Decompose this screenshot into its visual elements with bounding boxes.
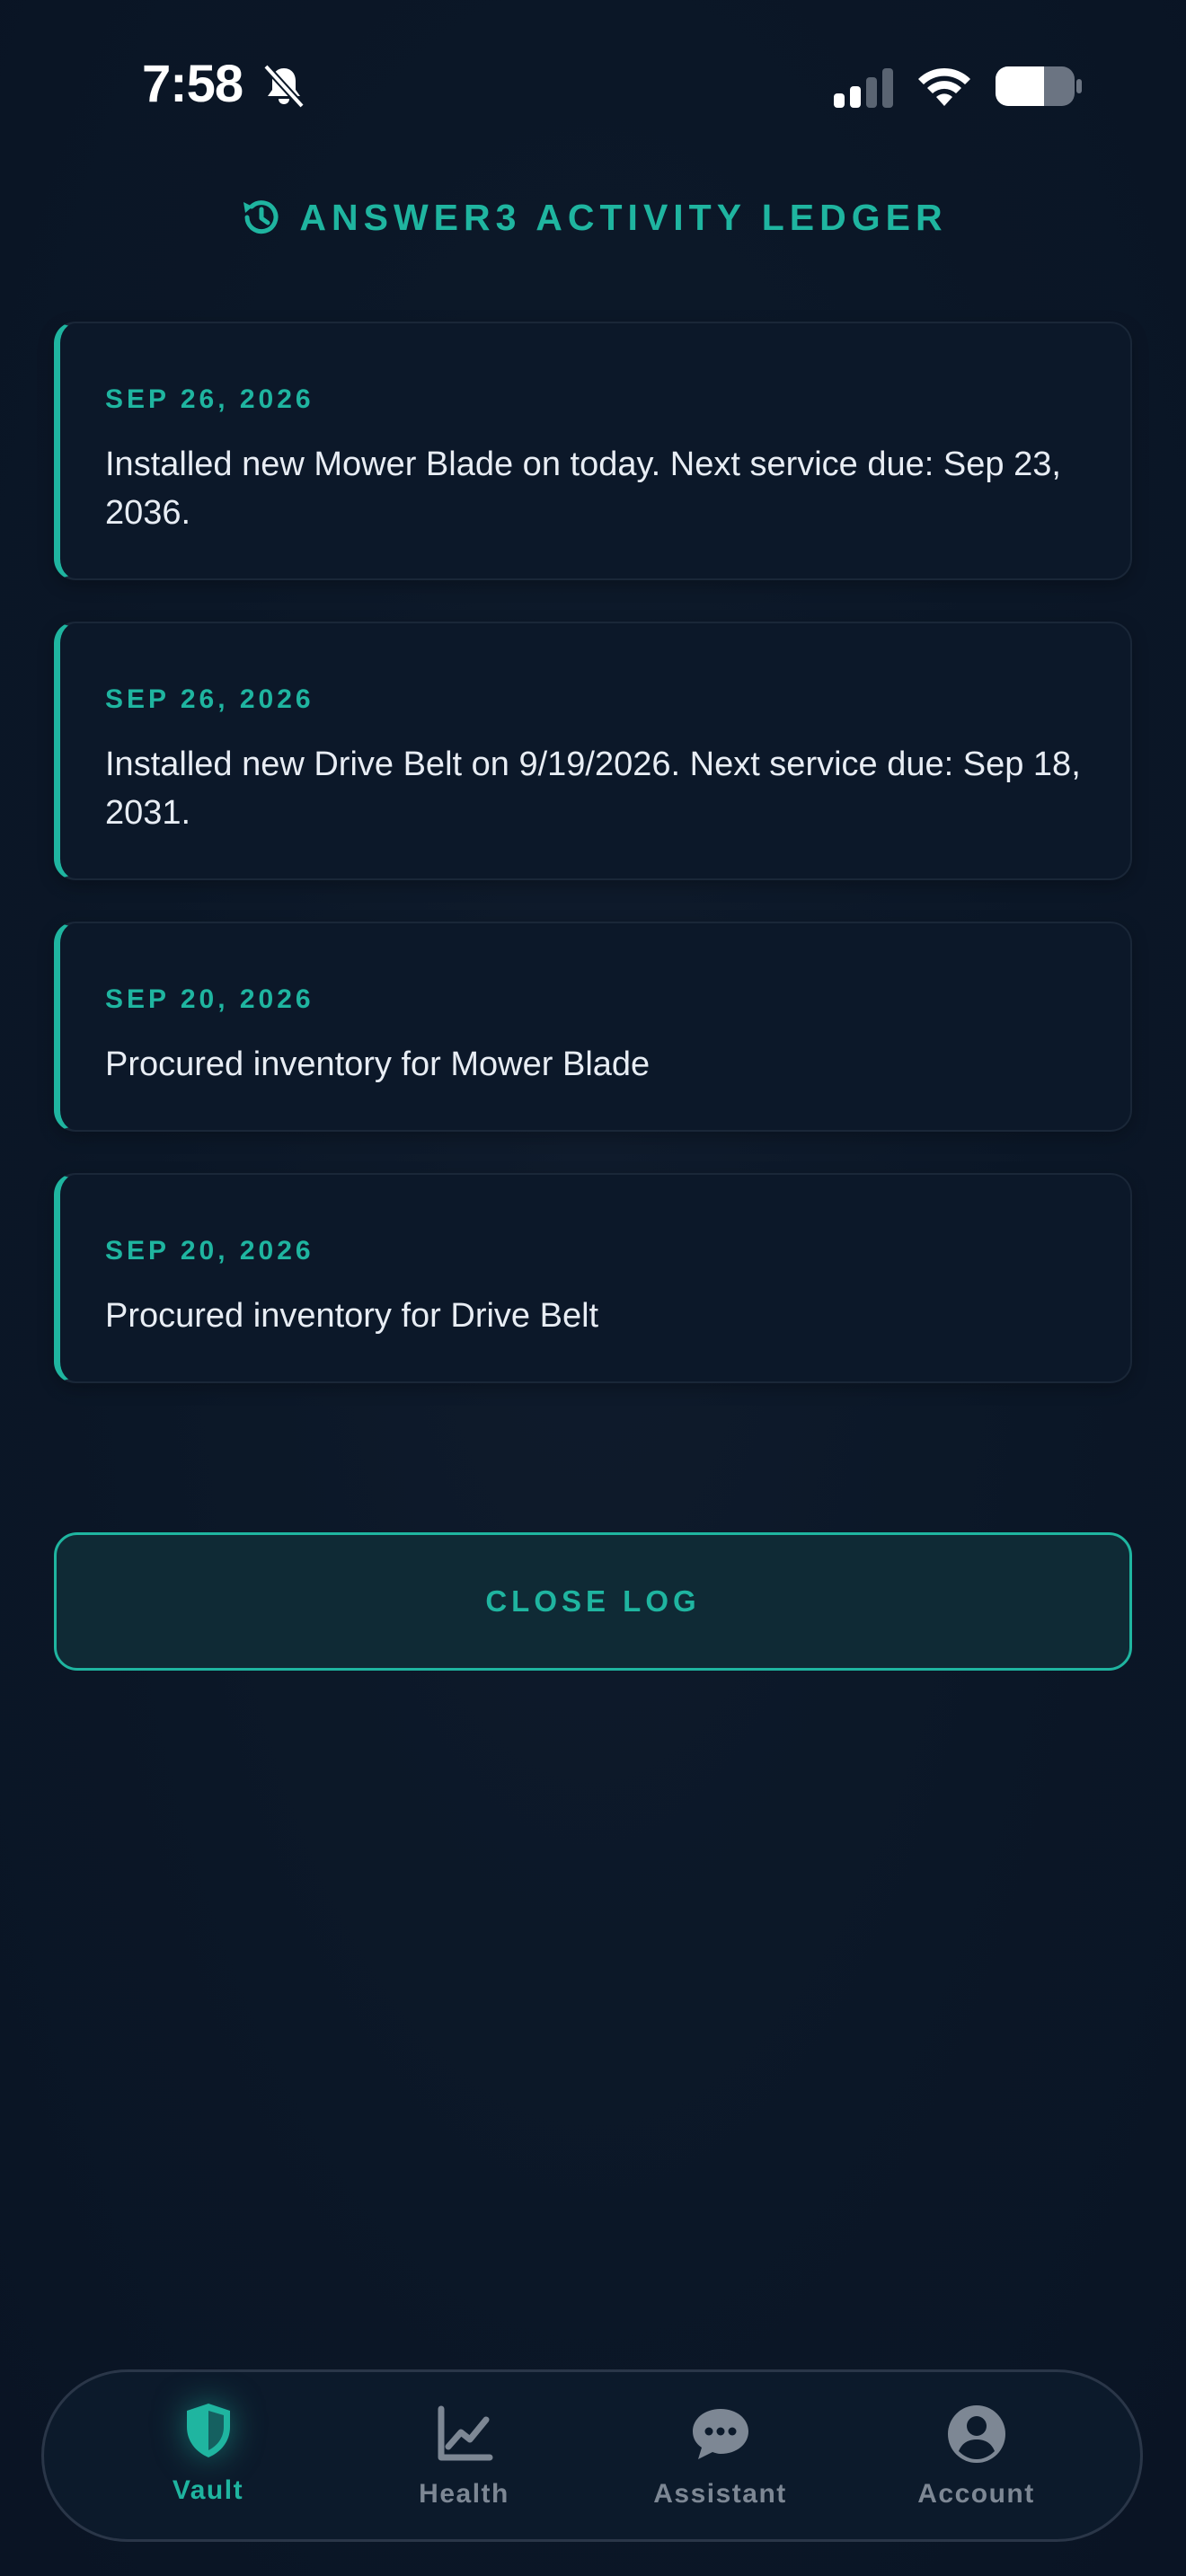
history-icon [243, 200, 279, 234]
nav-label-vault: Vault [172, 2475, 244, 2505]
nav-item-account[interactable]: Account [864, 2372, 1089, 2539]
page-title: ANSWER3 ACTIVITY LEDGER [299, 196, 948, 238]
nav-item-assistant[interactable]: Assistant [608, 2372, 833, 2539]
log-entry-date: SEP 26, 2026 [105, 684, 314, 714]
log-entry-text: Procured inventory for Mower Blade [105, 1045, 651, 1083]
wifi-icon [918, 67, 970, 106]
page-header: ANSWER3 ACTIVITY LEDGER [0, 187, 1186, 248]
shield-icon [186, 2404, 230, 2457]
nav-label-account: Account [917, 2479, 1035, 2509]
cellular-signal-icon [834, 68, 893, 108]
log-entry: SEP 20, 2026 Procured inventory for Driv… [54, 1173, 1132, 1383]
activity-log-list: SEP 26, 2026 Installed new Mower Blade o… [54, 322, 1132, 1425]
close-log-label: CLOSE LOG [485, 1584, 701, 1618]
log-entry: SEP 26, 2026 Installed new Mower Blade o… [54, 322, 1132, 580]
chat-icon [692, 2409, 748, 2459]
nav-item-health[interactable]: Health [352, 2372, 577, 2539]
log-entry-text: Installed new Drive Belt on 9/19/2026. N… [105, 745, 1081, 832]
chart-icon [438, 2405, 492, 2461]
status-bar: 7:58 [0, 0, 1186, 171]
bottom-nav: Vault Health Assistant Account [41, 2369, 1143, 2542]
log-entry-date: SEP 20, 2026 [105, 984, 314, 1014]
log-entry-text: Procured inventory for Drive Belt [105, 1297, 599, 1335]
close-log-button[interactable]: CLOSE LOG [54, 1532, 1132, 1671]
nav-label-health: Health [419, 2479, 509, 2509]
log-entry: SEP 20, 2026 Procured inventory for Mowe… [54, 922, 1132, 1132]
log-entry-date: SEP 26, 2026 [105, 384, 314, 414]
battery-icon [996, 66, 1082, 106]
account-icon [947, 2405, 1005, 2463]
nav-label-assistant: Assistant [653, 2479, 787, 2509]
log-entry-date: SEP 20, 2026 [105, 1236, 314, 1266]
bell-muted-icon [263, 64, 305, 109]
log-entry: SEP 26, 2026 Installed new Drive Belt on… [54, 622, 1132, 880]
status-time: 7:58 [142, 55, 243, 113]
nav-item-vault[interactable]: Vault [96, 2365, 321, 2539]
log-entry-text: Installed new Mower Blade on today. Next… [105, 446, 1061, 532]
